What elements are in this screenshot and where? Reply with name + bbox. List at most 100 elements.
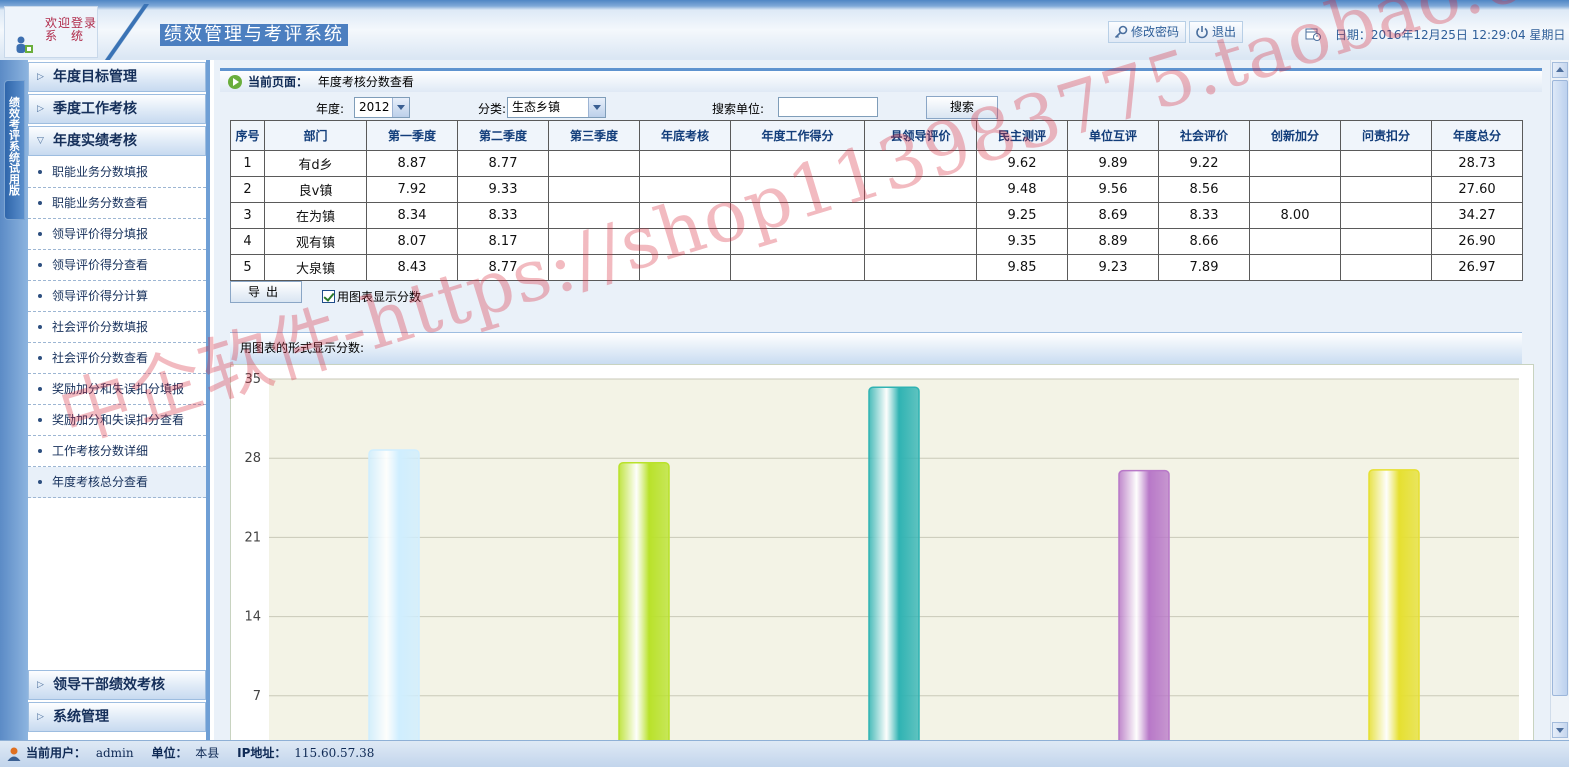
table-cell: 9.89 <box>1067 150 1159 177</box>
column-header: 创新加分 <box>1249 120 1341 151</box>
menu-item-bonus-penalty-view[interactable]: 奖励加分和失误扣分查看 <box>28 405 206 436</box>
score-table: 序号 部门 第一季度 第二季度 第三季度 年底考核 年度工作得分 县领导评价 民主测评 单位互评社… <box>230 120 1523 281</box>
menu-item-leader-eval-entry[interactable]: 领导评价得分填报 <box>28 219 206 250</box>
logo-line2: 系 统 <box>45 29 85 43</box>
chevron-down-icon <box>392 98 409 117</box>
scroll-down-icon[interactable] <box>1552 722 1568 738</box>
table-cell: 8.77 <box>457 150 549 177</box>
chart-bar[interactable] <box>1118 469 1170 745</box>
column-header: 序号 <box>230 120 265 151</box>
table-cell <box>548 228 640 255</box>
menu-group-label: 系统管理 <box>53 709 109 725</box>
table-cell: 良v镇 <box>264 176 367 203</box>
table-cell: 34.27 <box>1431 202 1523 229</box>
category-select-value: 生态乡镇 <box>512 100 561 114</box>
menu-item-social-eval-view[interactable]: 社会评价分数查看 <box>28 343 206 374</box>
bullet-icon <box>38 294 42 298</box>
menu-item-work-score-detail[interactable]: 工作考核分数详细 <box>28 436 206 467</box>
bullet-icon <box>38 263 42 267</box>
export-button[interactable]: 导出 <box>230 281 302 303</box>
table-cell <box>730 228 865 255</box>
menu-group-annual-goals[interactable]: ▷ 年度目标管理 <box>28 62 206 92</box>
table-cell: 观有镇 <box>264 228 367 255</box>
table-cell <box>1249 228 1341 255</box>
bullet-icon <box>38 201 42 205</box>
menu-group-system-admin[interactable]: ▷ 系统管理 <box>28 702 206 732</box>
year-label: 年度: <box>316 102 345 116</box>
table-cell: 8.17 <box>457 228 549 255</box>
menu-item-business-score-view[interactable]: 职能业务分数查看 <box>28 188 206 219</box>
chart-section-header: 用图表的形式显示分数: <box>230 332 1522 364</box>
unit-search-label: 搜索单位: <box>712 102 765 116</box>
menu-item-label: 职能业务分数查看 <box>52 196 149 210</box>
table-cell: 26.90 <box>1431 228 1523 255</box>
menu-group-cadre-performance[interactable]: ▷ 领导干部绩效考核 <box>28 670 206 700</box>
table-cell: 8.33 <box>457 202 549 229</box>
table-cell: 4 <box>230 228 265 255</box>
chart-bar[interactable] <box>618 461 670 745</box>
show-chart-checkbox[interactable]: 用图表显示分数 <box>322 288 421 305</box>
table-cell: 9.85 <box>976 254 1068 281</box>
bullet-icon <box>38 418 42 422</box>
column-header: 第一季度 <box>366 120 458 151</box>
table-cell: 在为镇 <box>264 202 367 229</box>
menu-group-quarterly-review[interactable]: ▷ 季度工作考核 <box>28 94 206 124</box>
logout-label: 退出 <box>1212 25 1237 39</box>
unit-search-input[interactable] <box>778 97 878 117</box>
user-icon <box>7 747 21 761</box>
table-cell: 8.89 <box>1067 228 1159 255</box>
unit-value: 本县 <box>195 746 220 760</box>
scroll-thumb[interactable] <box>1552 80 1568 696</box>
menu-group-annual-performance[interactable]: ▽ 年度实绩考核 <box>28 126 206 156</box>
chart-bar[interactable] <box>368 449 420 745</box>
table-cell <box>1340 228 1432 255</box>
filter-bar: 年度: 2012 分类: 生态乡镇 搜索单位: 搜索 <box>230 96 1520 120</box>
menu-item-social-eval-entry[interactable]: 社会评价分数填报 <box>28 312 206 343</box>
side-tab-label: 绩效考评系统试用版 <box>9 96 20 197</box>
menu-item-annual-total-view[interactable]: 年度考核总分查看 <box>28 467 206 498</box>
scroll-up-icon[interactable] <box>1552 62 1568 78</box>
table-cell: 2 <box>230 176 265 203</box>
menu-item-leader-eval-view[interactable]: 领导评价得分查看 <box>28 250 206 281</box>
logout-button[interactable]: 退出 <box>1189 21 1244 43</box>
column-header: 社会评价 <box>1158 120 1250 151</box>
table-cell: 8.00 <box>1249 202 1341 229</box>
chevron-right-icon: ▷ <box>37 680 44 690</box>
table-cell: 28.73 <box>1431 150 1523 177</box>
table-cell <box>548 176 640 203</box>
column-header: 第三季度 <box>548 120 640 151</box>
chart-bar[interactable] <box>868 386 920 745</box>
table-cell: 9.22 <box>1158 150 1250 177</box>
checkbox-checked-icon[interactable] <box>322 290 335 303</box>
chart-bar[interactable] <box>1368 469 1420 745</box>
chevron-down-icon: ▽ <box>37 136 44 146</box>
year-select-value: 2012 <box>359 100 390 114</box>
side-tab-system-trial[interactable]: 绩效考评系统试用版 <box>4 80 25 220</box>
table-cell: 9.62 <box>976 150 1068 177</box>
column-header: 年度工作得分 <box>730 120 865 151</box>
year-select[interactable]: 2012 <box>354 97 410 118</box>
bullet-icon <box>38 480 42 484</box>
vertical-scrollbar[interactable] <box>1550 60 1569 740</box>
chevron-right-icon: ▷ <box>37 104 44 114</box>
table-cell <box>639 228 731 255</box>
menu-item-leader-eval-calc[interactable]: 领导评价得分计算 <box>28 281 206 312</box>
menu-item-bonus-penalty-entry[interactable]: 奖励加分和失误扣分填报 <box>28 374 206 405</box>
app-window: 欢迎登录 系 统 绩效管理与考评系统 修改密码 退出 日期：2016年12月25… <box>0 0 1569 767</box>
table-cell <box>864 202 977 229</box>
category-select[interactable]: 生态乡镇 <box>507 97 606 118</box>
bullet-icon <box>38 232 42 236</box>
table-cell: 8.07 <box>366 228 458 255</box>
search-button[interactable]: 搜索 <box>926 96 998 119</box>
table-cell: 9.35 <box>976 228 1068 255</box>
left-menu: ▷ 年度目标管理 ▷ 季度工作考核 ▽ 年度实绩考核 职能业务分数填报 职能业务… <box>28 60 210 740</box>
change-password-button[interactable]: 修改密码 <box>1108 21 1187 43</box>
menu-item-business-score-entry[interactable]: 职能业务分数填报 <box>28 157 206 188</box>
key-icon <box>1114 25 1128 39</box>
table-cell <box>1340 202 1432 229</box>
chart-y-tick-label: 28 <box>244 451 261 466</box>
table-cell <box>730 254 865 281</box>
play-icon <box>228 75 242 89</box>
table-cell <box>639 176 731 203</box>
bullet-icon <box>38 170 42 174</box>
